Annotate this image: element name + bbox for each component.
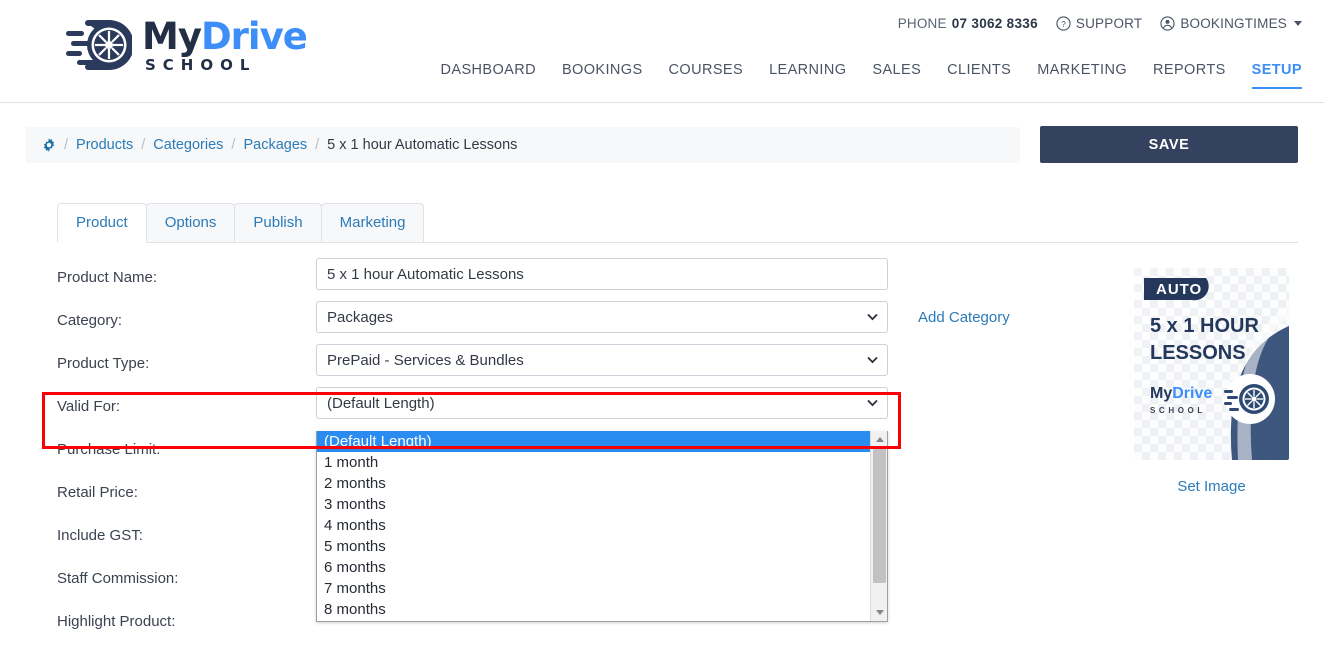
logo-text: MyDrive SCHOOL [142, 14, 308, 74]
valid-for-option-3-months[interactable]: 3 months [317, 494, 870, 515]
nav-item-courses[interactable]: COURSES [669, 62, 744, 87]
phone-number: 07 3062 8336 [951, 16, 1038, 31]
breadcrumb-separator-1: / [141, 136, 146, 153]
retail-price-label: Retail Price: [57, 484, 138, 501]
phone-info: PHONE 07 3062 8336 [898, 16, 1038, 31]
category-select[interactable]: Packages [316, 301, 888, 333]
include-gst-label: Include GST: [57, 527, 143, 544]
logo-subtitle: SCHOOL [145, 55, 257, 74]
nav-item-learning[interactable]: LEARNING [769, 62, 846, 87]
site-header: MyDrive SCHOOL PHONE 07 3062 8336 ? SUPP… [0, 0, 1324, 103]
product-type-select-value: PrePaid - Services & Bundles [327, 351, 524, 369]
product-image[interactable]: AUTO 5 x 1 HOUR LESSONS MyDrive SCHOOL [1134, 268, 1289, 460]
svg-text:MyDrive: MyDrive [1150, 385, 1212, 402]
staff-commission-label: Staff Commission: [57, 570, 179, 587]
scrollbar-thumb[interactable] [873, 449, 886, 583]
valid-for-select-value: (Default Length) [327, 394, 435, 412]
valid-for-option-list: (Default Length) 1 month 2 months 3 mont… [317, 431, 870, 620]
breadcrumb-item-categories[interactable]: Categories [153, 137, 223, 153]
logo[interactable]: MyDrive SCHOOL [66, 14, 308, 76]
logo-my: My [142, 14, 202, 58]
svg-text:5 x 1 HOUR: 5 x 1 HOUR [1150, 315, 1259, 337]
nav-item-setup[interactable]: SETUP [1251, 62, 1302, 89]
svg-text:AUTO: AUTO [1156, 281, 1202, 298]
support-link[interactable]: ? SUPPORT [1056, 16, 1142, 31]
valid-for-option-7-months[interactable]: 7 months [317, 578, 870, 599]
product-type-label: Product Type: [57, 355, 150, 372]
tab-marketing[interactable]: Marketing [320, 202, 425, 242]
breadcrumb-item-current: 5 x 1 hour Automatic Lessons [327, 136, 518, 153]
valid-for-option-6-months[interactable]: 6 months [317, 557, 870, 578]
tab-publish[interactable]: Publish [234, 202, 322, 242]
product-type-select[interactable]: PrePaid - Services & Bundles [316, 344, 888, 376]
gear-icon[interactable] [42, 137, 56, 152]
valid-for-select[interactable]: (Default Length) [316, 387, 888, 419]
scrollbar-up-button[interactable] [871, 431, 887, 448]
breadcrumb-separator-3: / [315, 136, 320, 153]
nav-item-sales[interactable]: SALES [872, 62, 921, 87]
account-label: BOOKINGTIMES [1180, 16, 1287, 31]
account-menu[interactable]: BOOKINGTIMES [1160, 16, 1302, 31]
breadcrumb-row: / Products / Categories / Packages / 5 x… [0, 126, 1324, 163]
category-select-value: Packages [327, 308, 393, 326]
svg-text:LESSONS: LESSONS [1150, 342, 1246, 364]
support-label: SUPPORT [1075, 16, 1143, 31]
nav-item-dashboard[interactable]: DASHBOARD [441, 62, 536, 87]
product-name-input[interactable]: 5 x 1 hour Automatic Lessons [316, 258, 888, 290]
logo-drive: Drive [200, 14, 308, 58]
product-name-label: Product Name: [57, 269, 158, 286]
valid-for-option-default-length[interactable]: (Default Length) [317, 431, 870, 452]
chevron-down-icon [867, 313, 878, 321]
set-image-link[interactable]: Set Image [1134, 478, 1289, 495]
tab-product[interactable]: Product [57, 202, 147, 243]
save-button[interactable]: SAVE [1040, 126, 1298, 163]
tab-options[interactable]: Options [145, 202, 236, 242]
svg-text:?: ? [1061, 19, 1066, 29]
breadcrumb-item-products[interactable]: Products [76, 137, 133, 153]
header-utility-bar: PHONE 07 3062 8336 ? SUPPORT BOOKINGTIME… [898, 16, 1302, 31]
breadcrumb: / Products / Categories / Packages / 5 x… [26, 126, 1020, 163]
nav-item-marketing[interactable]: MARKETING [1037, 62, 1127, 87]
valid-for-option-5-months[interactable]: 5 months [317, 536, 870, 557]
product-image-panel: AUTO 5 x 1 HOUR LESSONS MyDrive SCHOOL S… [1134, 268, 1289, 495]
nav-item-clients[interactable]: CLIENTS [947, 62, 1011, 87]
nav-item-bookings[interactable]: BOOKINGS [562, 62, 643, 87]
chevron-down-icon [867, 399, 878, 407]
phone-label: PHONE [897, 16, 947, 31]
field-row-product-name: Product Name: 5 x 1 hour Automatic Lesso… [0, 258, 1324, 301]
valid-for-option-8-months[interactable]: 8 months [317, 599, 870, 620]
field-row-category: Category: Packages Add Category [0, 301, 1324, 344]
field-row-valid-for: Valid For: (Default Length) [0, 387, 1324, 430]
valid-for-label: Valid For: [57, 398, 121, 415]
scrollbar-down-button[interactable] [871, 604, 887, 621]
field-row-product-type: Product Type: PrePaid - Services & Bundl… [0, 344, 1324, 387]
main-navigation: DASHBOARD BOOKINGS COURSES LEARNING SALE… [441, 62, 1302, 89]
breadcrumb-separator-0: / [64, 136, 69, 153]
add-category-link[interactable]: Add Category [918, 309, 1010, 326]
wheel-speed-icon [66, 20, 132, 70]
valid-for-dropdown-list[interactable]: (Default Length) 1 month 2 months 3 mont… [316, 431, 888, 622]
purchase-limit-label: Purchase Limit: [57, 441, 161, 458]
chevron-down-icon [867, 356, 878, 364]
user-circle-icon [1160, 16, 1175, 31]
category-label: Category: [57, 312, 123, 329]
triangle-up-icon [875, 437, 884, 442]
dropdown-scrollbar[interactable] [870, 431, 887, 621]
triangle-down-icon [875, 610, 884, 615]
breadcrumb-separator-2: / [231, 136, 236, 153]
nav-item-reports[interactable]: REPORTS [1153, 62, 1226, 87]
caret-down-icon [1294, 21, 1302, 26]
question-circle-icon: ? [1056, 16, 1071, 31]
product-tabs: Product Options Publish Marketing [57, 202, 1298, 243]
svg-text:SCHOOL: SCHOOL [1150, 406, 1206, 415]
valid-for-option-1-month[interactable]: 1 month [317, 452, 870, 473]
breadcrumb-item-packages[interactable]: Packages [243, 137, 307, 153]
valid-for-option-4-months[interactable]: 4 months [317, 515, 870, 536]
valid-for-option-2-months[interactable]: 2 months [317, 473, 870, 494]
